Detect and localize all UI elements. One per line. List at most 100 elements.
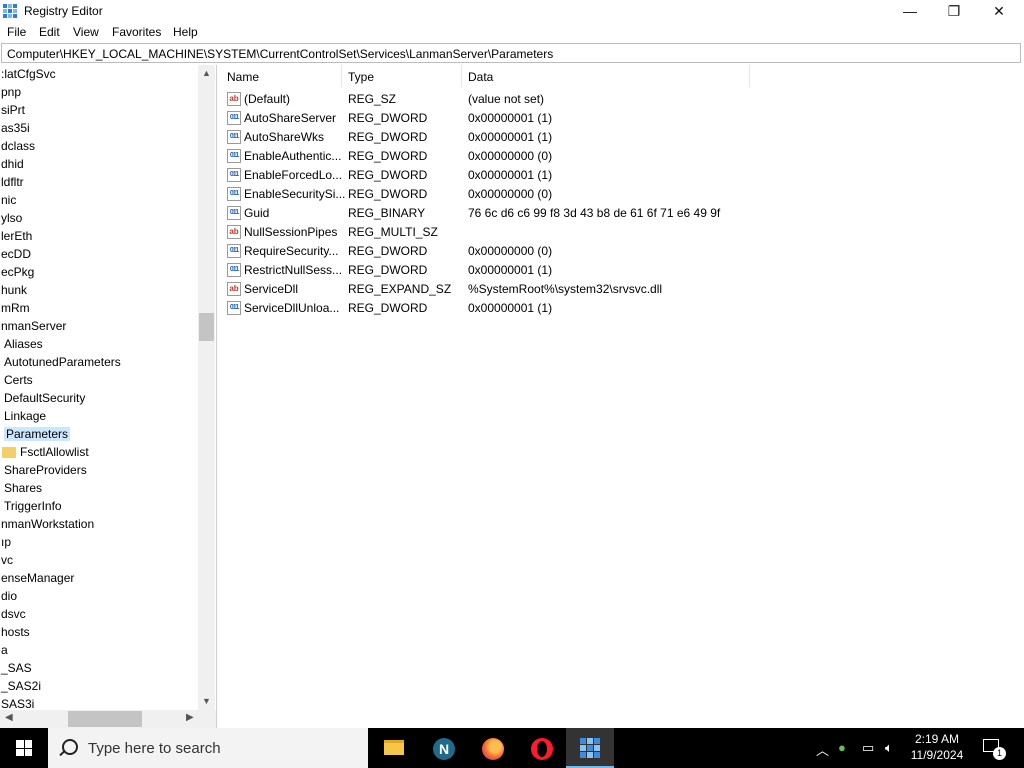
tree-item-label: :latCfgSvc bbox=[1, 67, 56, 81]
taskbar-file-explorer[interactable] bbox=[370, 728, 418, 768]
value-row[interactable]: 011 EnableAuthentic... REG_DWORD 0x00000000… bbox=[221, 147, 1024, 166]
address-bar[interactable]: Computer\HKEY_LOCAL_MACHINE\SYSTEM\Curre… bbox=[1, 43, 1021, 63]
tree-item[interactable]: ecDD bbox=[1, 245, 31, 263]
search-icon bbox=[62, 739, 78, 755]
tree-item[interactable]: enseManager bbox=[1, 569, 74, 587]
key-tree-pane[interactable]: :latCfgSvc pnp siPrt as35i dclass dhid ldfltr n… bbox=[0, 65, 217, 728]
tree-item[interactable]: pnp bbox=[1, 83, 21, 101]
volume-icon[interactable]: 🔈︎ bbox=[885, 740, 893, 756]
scroll-down-arrow-icon[interactable]: ▼ bbox=[198, 696, 215, 706]
tree-item[interactable]: :latCfgSvc bbox=[1, 65, 56, 83]
values-list-pane[interactable]: Name Type Data ab (Default) REG_SZ (value n… bbox=[221, 65, 1024, 728]
binary-value-icon: 011 bbox=[227, 244, 241, 258]
tree-vertical-scrollbar[interactable]: ▲ ▼ bbox=[198, 65, 215, 710]
menu-edit[interactable]: Edit bbox=[39, 25, 60, 39]
tree-item[interactable]: Shares bbox=[4, 479, 42, 497]
tree-item[interactable]: dclass bbox=[1, 137, 35, 155]
tree-item[interactable]: hunk bbox=[1, 281, 27, 299]
folder-icon bbox=[2, 447, 16, 459]
tree-item[interactable]: _SAS bbox=[1, 659, 32, 677]
opera-icon bbox=[531, 738, 553, 760]
user-people-icon[interactable]: ● bbox=[838, 740, 846, 755]
tree-item[interactable]: dhid bbox=[1, 155, 24, 173]
tree-item[interactable]: ylso bbox=[1, 209, 22, 227]
minimize-button[interactable]: — bbox=[887, 0, 933, 22]
taskbar-n-app[interactable]: N bbox=[419, 728, 467, 768]
tree-item[interactable]: nmanServer bbox=[1, 317, 66, 335]
tree-item[interactable]: ecPkg bbox=[1, 263, 34, 281]
value-row[interactable]: ab ServiceDll REG_EXPAND_SZ %SystemRoot%\sy… bbox=[221, 280, 1024, 299]
taskbar-firefox[interactable] bbox=[468, 728, 516, 768]
value-row[interactable]: 011 RestrictNullSess... REG_DWORD 0x0000000… bbox=[221, 261, 1024, 280]
start-button[interactable] bbox=[0, 728, 48, 768]
tree-item[interactable]: as35i bbox=[1, 119, 30, 137]
tree-item[interactable]: mRm bbox=[1, 299, 30, 317]
value-row[interactable]: 011 Guid REG_BINARY 76 6c d6 c6 99 f8 3d 43… bbox=[221, 204, 1024, 223]
value-row[interactable]: 011 RequireSecurity... REG_DWORD 0x00000000… bbox=[221, 242, 1024, 261]
value-row[interactable]: 011 EnableForcedLo... REG_DWORD 0x00000001 … bbox=[221, 166, 1024, 185]
tree-hscroll-thumb[interactable] bbox=[68, 711, 142, 727]
value-row[interactable]: 011 EnableSecuritySi... REG_DWORD 0x0000000… bbox=[221, 185, 1024, 204]
value-type: REG_DWORD bbox=[348, 187, 428, 201]
value-name: ServiceDllUnloa... bbox=[244, 301, 340, 315]
tree-scroll-thumb[interactable] bbox=[199, 313, 214, 341]
tree-item[interactable]: nmanWorkstation bbox=[1, 515, 94, 533]
value-row[interactable]: 011 ServiceDllUnloa... REG_DWORD 0x00000001… bbox=[221, 299, 1024, 318]
value-name: EnableForcedLo... bbox=[244, 168, 343, 182]
tree-item[interactable]: Parameters bbox=[4, 425, 71, 443]
tree-item[interactable]: nic bbox=[1, 191, 16, 209]
tree-item-label: TriggerInfo bbox=[4, 499, 62, 513]
binary-value-icon: 011 bbox=[227, 130, 241, 144]
tree-item-label: dio bbox=[1, 589, 18, 603]
tree-item[interactable]: Certs bbox=[4, 371, 33, 389]
value-name: AutoShareWks bbox=[244, 130, 325, 144]
maximize-button[interactable]: ❐ bbox=[931, 0, 977, 22]
tree-item[interactable]: dio bbox=[1, 587, 17, 605]
tree-item-label: nmanWorkstation bbox=[1, 517, 95, 531]
value-row[interactable]: 011 AutoShareServer REG_DWORD 0x00000001 (1… bbox=[221, 109, 1024, 128]
taskbar-search-box[interactable]: Type here to search bbox=[48, 728, 368, 768]
tree-item[interactable]: a bbox=[1, 641, 8, 659]
show-hidden-icons-chevron-icon[interactable]: ︿ bbox=[816, 740, 829, 759]
tree-item[interactable]: ıp bbox=[1, 533, 11, 551]
tree-item[interactable]: Linkage bbox=[4, 407, 46, 425]
taskbar-registry-editor[interactable] bbox=[566, 728, 614, 768]
tree-item[interactable]: ShareProviders bbox=[4, 461, 87, 479]
tree-item[interactable]: TriggerInfo bbox=[4, 497, 62, 515]
value-row[interactable]: ab (Default) REG_SZ (value not set) bbox=[221, 90, 1024, 109]
scroll-left-arrow-icon[interactable]: ◀ bbox=[5, 712, 13, 723]
scroll-up-arrow-icon[interactable]: ▲ bbox=[198, 68, 215, 78]
tree-item[interactable]: Aliases bbox=[4, 335, 43, 353]
tree-item[interactable]: DefaultSecurity bbox=[4, 389, 85, 407]
tree-item[interactable]: siPrt bbox=[1, 101, 25, 119]
scroll-right-arrow-icon[interactable]: ▶ bbox=[186, 712, 194, 723]
tree-item-label: lerEth bbox=[1, 229, 33, 243]
value-data: 0x00000001 (1) bbox=[468, 111, 553, 125]
tree-item[interactable]: FsctlAllowlist bbox=[2, 443, 89, 461]
value-row[interactable]: 011 AutoShareWks REG_DWORD 0x00000001 (1) bbox=[221, 128, 1024, 147]
close-button[interactable]: ✕ bbox=[976, 0, 1022, 22]
tree-item-label: ecPkg bbox=[1, 265, 35, 279]
tree-item-label: ShareProviders bbox=[4, 463, 87, 477]
menu-view[interactable]: View bbox=[73, 25, 99, 39]
menu-file[interactable]: File bbox=[7, 25, 26, 39]
taskbar-clock[interactable]: 2:19 AM 11/9/2024 bbox=[905, 731, 969, 763]
tree-item[interactable]: ldfltr bbox=[1, 173, 24, 191]
tree-item[interactable]: lerEth bbox=[1, 227, 32, 245]
binary-value-icon: 011 bbox=[227, 111, 241, 125]
tree-item[interactable]: dsvc bbox=[1, 605, 26, 623]
menu-favorites[interactable]: Favorites bbox=[112, 25, 161, 39]
value-row[interactable]: ab NullSessionPipes REG_MULTI_SZ bbox=[221, 223, 1024, 242]
tree-horizontal-scrollbar[interactable]: ◀ ▶ bbox=[0, 710, 216, 728]
column-header-name[interactable]: Name bbox=[221, 65, 342, 87]
network-icon[interactable]: ▭ bbox=[862, 740, 874, 756]
column-header-data[interactable]: Data bbox=[462, 65, 750, 87]
column-header-type[interactable]: Type bbox=[342, 65, 462, 87]
tree-item[interactable]: AutotunedParameters bbox=[4, 353, 121, 371]
menu-help[interactable]: Help bbox=[173, 25, 198, 39]
tree-item[interactable]: _SAS2i bbox=[1, 677, 41, 695]
tree-item[interactable]: hosts bbox=[1, 623, 30, 641]
tree-item[interactable]: vc bbox=[1, 551, 13, 569]
taskbar-opera[interactable] bbox=[517, 728, 565, 768]
value-name: RequireSecurity... bbox=[244, 244, 339, 258]
